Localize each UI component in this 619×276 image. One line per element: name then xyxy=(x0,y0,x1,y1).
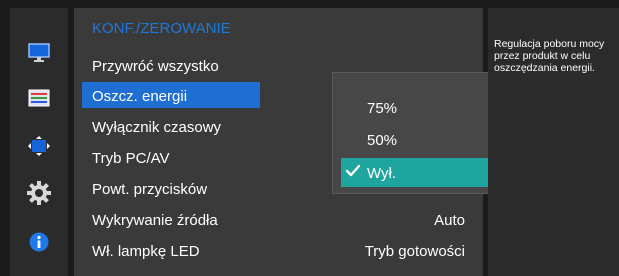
settings-gear-icon[interactable] xyxy=(10,178,68,208)
settings-menu: KONF./ZEROWANIE Przywróć wszystko Oszcz.… xyxy=(74,8,551,276)
help-description-text: Regulacja poboru mocy przez produkt w ce… xyxy=(494,38,605,74)
info-icon[interactable] xyxy=(10,227,68,257)
menu-item-label: Powt. przycisków xyxy=(92,181,208,198)
menu-item-value: Tryb gotowości xyxy=(364,243,465,260)
menu-item-label: Wyłącznik czasowy xyxy=(92,119,222,136)
menu-item-label: Przywróć wszystko xyxy=(92,58,219,75)
menu-item-value: Auto xyxy=(434,212,465,229)
menu-item-label: Oszcz. energii xyxy=(92,88,188,105)
color-bars-icon[interactable] xyxy=(10,83,68,113)
menu-item-label: Wł. lampkę LED xyxy=(92,243,200,260)
category-icon-bar xyxy=(10,8,68,276)
option-label: 50% xyxy=(367,132,398,149)
size-position-icon[interactable] xyxy=(10,131,68,161)
menu-title: KONF./ZEROWANIE xyxy=(92,20,231,37)
option-label: Wył. xyxy=(367,165,397,182)
option-label: 75% xyxy=(367,100,398,117)
monitor-osd: KONF./ZEROWANIE Przywróć wszystko Oszcz.… xyxy=(0,0,619,276)
menu-item-source-detection[interactable]: Wykrywanie źródła Auto xyxy=(74,206,483,235)
monitor-icon[interactable] xyxy=(10,38,68,68)
menu-item-label: Wykrywanie źródła xyxy=(92,212,218,229)
menu-item-label: Tryb PC/AV xyxy=(92,150,170,167)
checkmark-icon xyxy=(345,163,361,183)
help-description-panel: Regulacja poboru mocy przez produkt w ce… xyxy=(488,8,619,276)
menu-item-power-led[interactable]: Wł. lampkę LED Tryb gotowości xyxy=(74,237,483,266)
